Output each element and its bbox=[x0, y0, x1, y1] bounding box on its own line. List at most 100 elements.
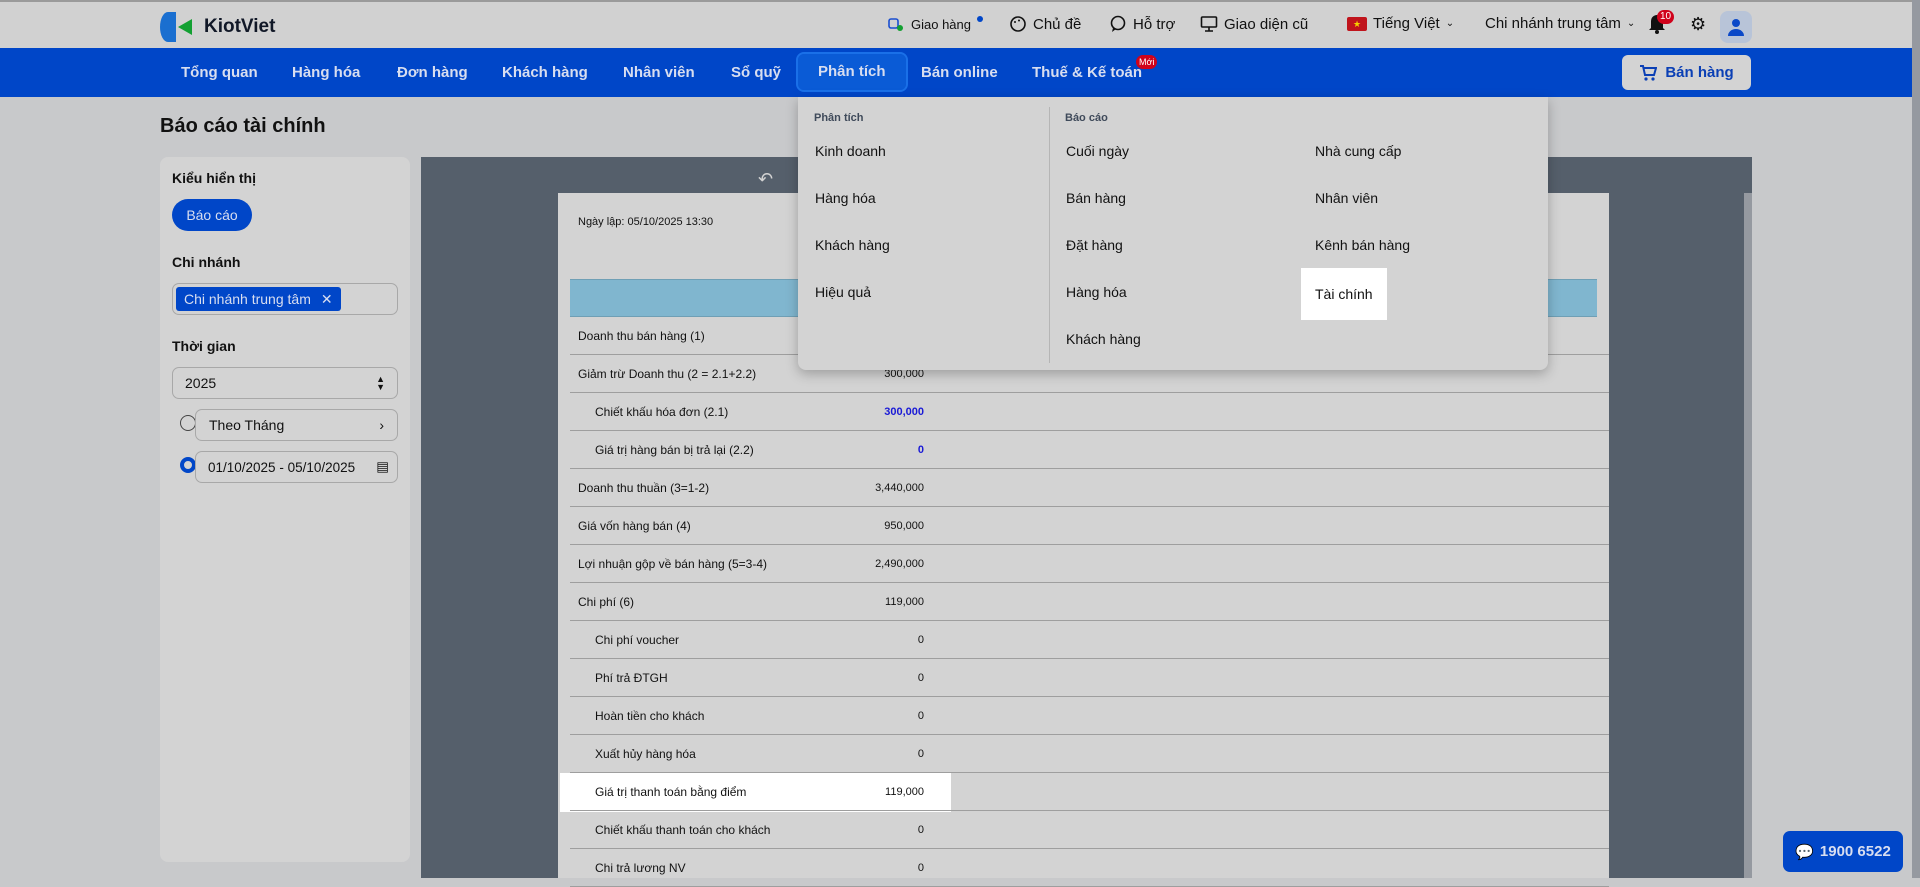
row-value: 950,000 bbox=[884, 520, 924, 532]
row-value: 0 bbox=[917, 634, 924, 646]
period-value: Theo Tháng bbox=[209, 417, 285, 433]
report-row: Chi phí voucher 0 bbox=[570, 621, 1609, 659]
menu-report-orders[interactable]: Đặt hàng bbox=[1066, 237, 1123, 253]
row-value: 3,440,000 bbox=[875, 482, 924, 494]
menu-report-products[interactable]: Hàng hóa bbox=[1066, 284, 1127, 300]
menu-item-business[interactable]: Kinh doanh bbox=[815, 143, 886, 159]
filter-panel: Kiểu hiển thị Báo cáo Chi nhánh Chi nhán… bbox=[160, 157, 410, 862]
menu-report-sales[interactable]: Bán hàng bbox=[1066, 190, 1126, 206]
nav-online-sales[interactable]: Bán online bbox=[921, 48, 998, 97]
monitor-icon bbox=[1200, 16, 1218, 32]
date-range-input[interactable]: 01/10/2025 - 05/10/2025 ▤ bbox=[195, 451, 398, 483]
kiotviet-logo[interactable]: KiotViet bbox=[160, 12, 275, 42]
hotline-button[interactable]: 💬 1900 6522 bbox=[1783, 831, 1903, 872]
menu-report-suppliers[interactable]: Nhà cung cấp bbox=[1315, 143, 1401, 159]
close-icon[interactable]: ✕ bbox=[321, 291, 333, 308]
menu-reports-header: Báo cáo bbox=[1065, 112, 1108, 124]
report-row: Chi phí (6) 119,000 bbox=[570, 583, 1609, 621]
menu-report-finance[interactable]: Tài chính bbox=[1301, 268, 1387, 320]
period-select[interactable]: Theo Tháng › bbox=[195, 409, 398, 441]
report-row: Lợi nhuận gộp về bán hàng (5=3-4) 2,490,0… bbox=[570, 545, 1609, 583]
nav-analytics[interactable]: Phân tích bbox=[796, 52, 908, 92]
display-report-button[interactable]: Báo cáo bbox=[172, 199, 252, 231]
row-label: Chi phí (6) bbox=[578, 595, 635, 609]
user-avatar[interactable] bbox=[1720, 11, 1752, 43]
menu-report-employees[interactable]: Nhân viên bbox=[1315, 190, 1378, 206]
row-value[interactable]: 0 bbox=[918, 444, 924, 456]
menu-item-products[interactable]: Hàng hóa bbox=[815, 190, 876, 206]
branch-filter-input[interactable]: Chi nhánh trung tâm ✕ bbox=[172, 283, 398, 315]
row-value: 2,490,000 bbox=[875, 558, 924, 570]
menu-report-sales-channels[interactable]: Kênh bán hàng bbox=[1315, 237, 1410, 253]
row-value: 119,000 bbox=[885, 596, 924, 608]
menu-report-customers[interactable]: Khách hàng bbox=[1066, 331, 1141, 347]
delivery-label: Giao hàng bbox=[911, 16, 971, 32]
sell-label: Bán hàng bbox=[1665, 64, 1734, 81]
report-row: Giá trị hàng bán bị trả lại (2.2) 0 bbox=[570, 431, 1609, 469]
report-row: Hoàn tiền cho khách 0 bbox=[570, 697, 1609, 735]
row-value: 0 bbox=[917, 824, 924, 836]
calendar-icon[interactable]: ▤ bbox=[376, 459, 389, 475]
chevron-right-icon: › bbox=[379, 417, 384, 433]
nav-orders[interactable]: Đơn hàng bbox=[397, 48, 468, 97]
page-scrollbar[interactable] bbox=[1912, 0, 1920, 878]
gear-icon[interactable]: ⚙ bbox=[1690, 14, 1706, 35]
row-label: Chi phí voucher bbox=[595, 633, 680, 647]
report-scrollbar[interactable] bbox=[1744, 193, 1752, 878]
row-label: Giá vốn hàng bán (4) bbox=[578, 519, 691, 533]
menu-report-end-of-day[interactable]: Cuối ngày bbox=[1066, 143, 1129, 159]
row-value: 0 bbox=[917, 862, 924, 874]
cart-icon bbox=[1640, 64, 1658, 81]
nav-cashbook[interactable]: Sổ quỹ bbox=[731, 48, 781, 97]
delivery-dot bbox=[977, 16, 983, 22]
branch-label: Chi nhánh trung tâm bbox=[1485, 15, 1621, 32]
menu-item-efficiency[interactable]: Hiệu quả bbox=[815, 284, 871, 300]
nav-customers[interactable]: Khách hàng bbox=[502, 48, 588, 97]
year-value: 2025 bbox=[185, 375, 217, 391]
row-label: Xuất hủy hàng hóa bbox=[595, 747, 696, 761]
report-row: Giá trị thanh toán bằng điểm 119,000 bbox=[570, 773, 1609, 811]
nav-overview[interactable]: Tổng quan bbox=[181, 48, 258, 97]
row-value[interactable]: 300,000 bbox=[884, 406, 924, 418]
menu-analysis-header: Phân tích bbox=[814, 112, 864, 124]
logo-icon bbox=[160, 12, 198, 42]
old-ui-link[interactable]: Giao diện cũ bbox=[1200, 15, 1308, 33]
theme-link[interactable]: Chủ đề bbox=[1009, 15, 1081, 33]
row-label: Phí trả ĐTGH bbox=[595, 671, 668, 685]
theme-label: Chủ đề bbox=[1033, 15, 1082, 33]
analytics-dropdown-menu: Phân tích Kinh doanh Hàng hóa Khách hàng… bbox=[798, 97, 1548, 370]
support-link[interactable]: Hỗ trợ bbox=[1109, 15, 1175, 33]
top-bar: KiotViet Giao hàng Chủ đề Hỗ trợ Giao di… bbox=[0, 0, 1920, 48]
branch-tag: Chi nhánh trung tâm ✕ bbox=[176, 287, 341, 311]
nav-products[interactable]: Hàng hóa bbox=[292, 48, 360, 97]
vietnam-flag-icon: ★ bbox=[1347, 16, 1367, 31]
sell-button[interactable]: Bán hàng bbox=[1622, 55, 1751, 90]
row-label: Giá trị hàng bán bị trả lại (2.2) bbox=[595, 443, 754, 457]
date-range-radio[interactable] bbox=[180, 457, 196, 473]
row-label: Doanh thu thuần (3=1-2) bbox=[578, 481, 710, 495]
language-label: Tiếng Việt bbox=[1373, 15, 1440, 32]
notification-bell[interactable]: 10 bbox=[1648, 10, 1675, 34]
display-type-label: Kiểu hiển thị bbox=[172, 170, 256, 186]
row-value: 119,000 bbox=[885, 786, 924, 798]
nav-employees[interactable]: Nhân viên bbox=[623, 48, 695, 97]
palette-icon bbox=[1010, 16, 1026, 32]
branch-select[interactable]: Chi nhánh trung tâm ⌄ bbox=[1485, 15, 1635, 32]
language-select[interactable]: ★ Tiếng Việt ⌄ bbox=[1347, 15, 1454, 32]
delivery-truck-icon bbox=[888, 18, 903, 31]
period-radio[interactable] bbox=[180, 415, 196, 431]
nav-tax-accounting[interactable]: Thuế & Kế toán bbox=[1032, 48, 1142, 97]
report-row: Chi trả lương NV 0 bbox=[570, 849, 1609, 887]
year-select[interactable]: 2025 ▲ ▼ bbox=[172, 367, 398, 399]
row-label: Hoàn tiền cho khách bbox=[595, 709, 705, 723]
undo-icon[interactable]: ↶ bbox=[758, 169, 773, 190]
hotline-number: 1900 6522 bbox=[1819, 843, 1891, 860]
menu-item-customers[interactable]: Khách hàng bbox=[815, 237, 890, 253]
row-label: Giá trị thanh toán bằng điểm bbox=[595, 785, 747, 799]
row-value: 0 bbox=[917, 672, 924, 684]
row-label: Chiết khấu thanh toán cho khách bbox=[595, 823, 771, 837]
old-ui-label: Giao diện cũ bbox=[1224, 15, 1309, 33]
row-value: 0 bbox=[917, 748, 924, 760]
delivery-link[interactable]: Giao hàng bbox=[887, 15, 983, 33]
date-range-value: 01/10/2025 - 05/10/2025 bbox=[208, 459, 356, 475]
